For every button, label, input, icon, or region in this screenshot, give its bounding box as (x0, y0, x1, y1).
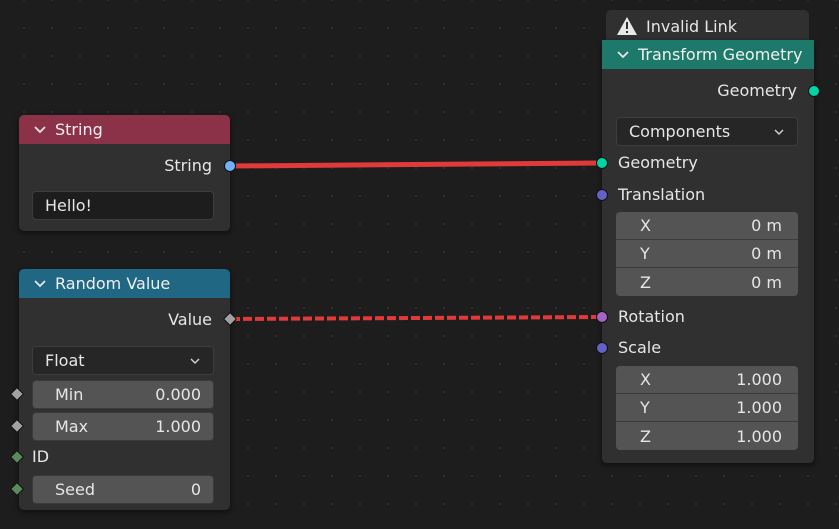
axis-label: X (640, 216, 651, 235)
mode-value: Components (629, 122, 731, 141)
rotation-input-label: Rotation (618, 307, 685, 326)
axis-label: X (640, 370, 651, 389)
invalid-link-banner: Invalid Link (606, 10, 809, 42)
transform-geometry-node-title: Transform Geometry (638, 45, 803, 64)
link-value-to-rotation[interactable] (230, 315, 602, 321)
axis-label: Z (640, 272, 651, 292)
min-field[interactable]: Min 0.000 (32, 380, 214, 409)
string-output-socket[interactable] (224, 160, 236, 172)
translation-input-label: Translation (618, 185, 706, 204)
axis-value: 0 m (751, 216, 782, 235)
invalid-link-label: Invalid Link (646, 16, 738, 36)
axis-label: Z (640, 426, 651, 446)
transform-geometry-node[interactable]: Transform Geometry Geometry Components G… (602, 40, 814, 463)
axis-label: Y (640, 398, 650, 417)
chevron-down-icon[interactable] (33, 279, 47, 289)
translation-input-socket[interactable] (596, 189, 608, 201)
seed-field[interactable]: Seed 0 (32, 475, 214, 504)
scale-x-field[interactable]: X 1.000 (616, 366, 798, 394)
geometry-input-socket[interactable] (596, 157, 608, 169)
translation-y-field[interactable]: Y 0 m (616, 240, 798, 268)
data-type-value: Float (45, 351, 85, 370)
random-value-node[interactable]: Random Value Value Float Min 0.000 Max 1… (19, 269, 230, 510)
rotation-input-socket[interactable] (596, 311, 608, 323)
axis-value: 0 m (751, 244, 782, 263)
translation-z-field[interactable]: Z 0 m (616, 268, 798, 296)
geometry-output-socket[interactable] (808, 85, 820, 97)
string-value-field[interactable]: Hello! (32, 191, 214, 220)
id-label: ID (32, 447, 50, 466)
scale-input-label: Scale (618, 338, 662, 357)
max-field[interactable]: Max 1.000 (32, 412, 214, 441)
mode-dropdown[interactable]: Components (616, 117, 798, 146)
max-label: Max (55, 417, 89, 436)
string-value: Hello! (45, 196, 92, 215)
min-label: Min (55, 385, 84, 404)
value-output-label: Value (168, 310, 212, 329)
chevron-down-icon (190, 357, 200, 364)
min-value: 0.000 (155, 385, 201, 404)
seed-value: 0 (190, 480, 201, 499)
scale-y-field[interactable]: Y 1.000 (616, 394, 798, 422)
axis-value: 1.000 (736, 370, 782, 389)
axis-label: Y (640, 244, 650, 263)
seed-label: Seed (55, 480, 95, 499)
scale-z-field[interactable]: Z 1.000 (616, 422, 798, 450)
axis-value: 1.000 (736, 398, 782, 417)
link-string-to-geometry[interactable] (230, 160, 602, 169)
string-node-header[interactable]: String (19, 115, 230, 144)
translation-vector[interactable]: X 0 m Y 0 m Z 0 m (616, 212, 798, 296)
random-value-node-header[interactable]: Random Value (19, 269, 230, 298)
chevron-down-icon[interactable] (33, 125, 47, 135)
max-value: 1.000 (155, 417, 201, 436)
transform-geometry-node-header[interactable]: Transform Geometry (602, 40, 814, 69)
string-output-label: String (164, 156, 212, 175)
warning-icon (617, 17, 637, 35)
random-value-node-title: Random Value (55, 274, 171, 293)
axis-value: 0 m (751, 272, 782, 292)
translation-x-field[interactable]: X 0 m (616, 212, 798, 240)
axis-value: 1.000 (736, 426, 782, 446)
string-node[interactable]: String String Hello! (19, 115, 230, 231)
string-node-title: String (55, 120, 103, 139)
chevron-down-icon (774, 128, 784, 135)
chevron-down-icon[interactable] (616, 50, 630, 60)
geometry-input-label: Geometry (618, 153, 698, 172)
data-type-dropdown[interactable]: Float (32, 346, 214, 375)
scale-vector[interactable]: X 1.000 Y 1.000 Z 1.000 (616, 366, 798, 450)
scale-input-socket[interactable] (596, 342, 608, 354)
geometry-output-label: Geometry (717, 81, 797, 100)
